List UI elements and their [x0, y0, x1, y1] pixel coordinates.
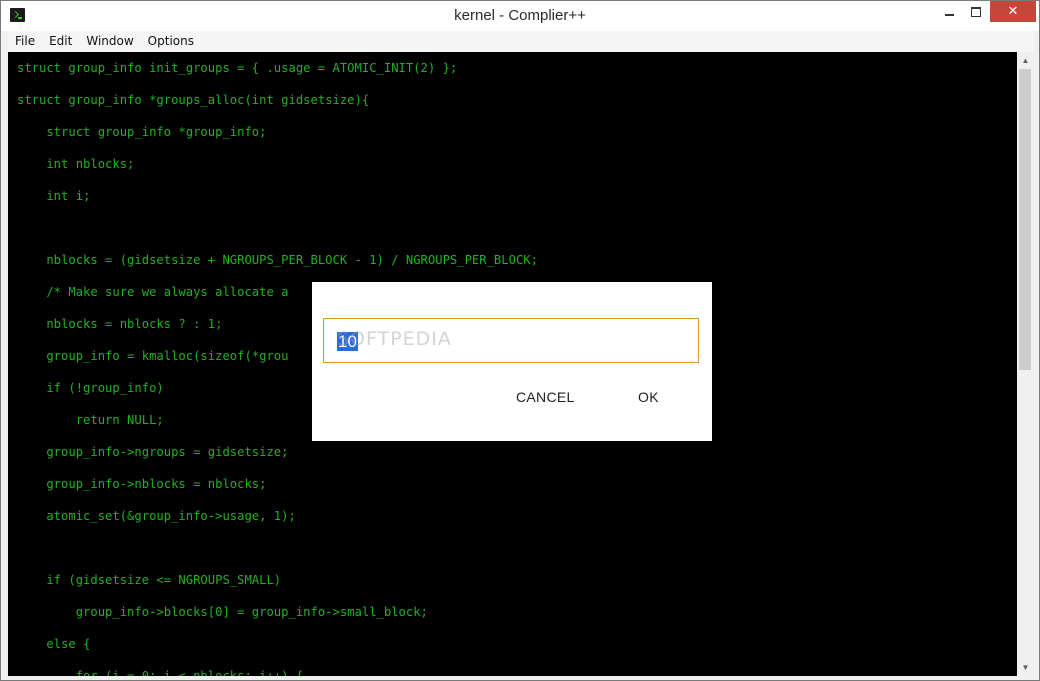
close-icon: ✕ [1007, 4, 1019, 19]
code-line: atomic_set(&group_info->usage, 1); [17, 509, 296, 523]
code-line: group_info->ngroups = gidsetsize; [17, 445, 289, 459]
terminal-icon [10, 8, 25, 22]
code-line: nblocks = (gidsetsize + NGROUPS_PER_BLOC… [17, 253, 538, 267]
code-line: /* Make sure we always allocate a [17, 285, 289, 299]
menu-file[interactable]: File [8, 31, 42, 52]
window-title: kernel - Complier++ [454, 7, 586, 24]
code-line: for (i = 0; i < nblocks; i++) { [17, 669, 304, 676]
scroll-up-arrow-icon[interactable]: ▲ [1017, 52, 1034, 69]
code-line: group_info = kmalloc(sizeof(*grou [17, 349, 289, 363]
vertical-scrollbar[interactable]: ▲ ▼ [1017, 52, 1034, 676]
minimize-icon [944, 13, 954, 16]
code-line: struct group_info *groups_alloc(int gids… [17, 93, 370, 107]
input-dialog: 10 SOFTPEDIA CANCEL OK [312, 282, 712, 441]
menu-options[interactable]: Options [141, 31, 201, 52]
menu-window[interactable]: Window [79, 31, 140, 52]
ok-button[interactable]: OK [638, 389, 659, 405]
code-line: if (gidsetsize <= NGROUPS_SMALL) [17, 573, 282, 587]
maximize-button[interactable] [963, 1, 989, 22]
code-line: group_info->nblocks = nblocks; [17, 477, 267, 491]
code-line: if (!group_info) [17, 381, 164, 395]
code-line: int nblocks; [17, 157, 135, 171]
selected-value: 10 [337, 332, 358, 351]
title-bar[interactable]: kernel - Complier++ ✕ [1, 1, 1039, 31]
code-line: struct group_info init_groups = { .usage… [17, 61, 458, 75]
minimize-button[interactable] [935, 1, 963, 22]
maximize-icon [971, 6, 981, 17]
scroll-down-arrow-icon[interactable]: ▼ [1017, 659, 1034, 676]
menu-edit[interactable]: Edit [42, 31, 79, 52]
code-line: group_info->blocks[0] = group_info->smal… [17, 605, 428, 619]
menu-bar: File Edit Window Options [8, 31, 1034, 52]
code-line: else { [17, 637, 91, 651]
code-line: struct group_info *group_info; [17, 125, 267, 139]
code-line: return NULL; [17, 413, 164, 427]
code-line: nblocks = nblocks ? : 1; [17, 317, 223, 331]
close-button[interactable]: ✕ [990, 1, 1036, 22]
code-line: int i; [17, 189, 91, 203]
cancel-button[interactable]: CANCEL [516, 389, 575, 405]
value-input[interactable]: 10 [323, 318, 699, 363]
scroll-thumb[interactable] [1019, 69, 1031, 370]
